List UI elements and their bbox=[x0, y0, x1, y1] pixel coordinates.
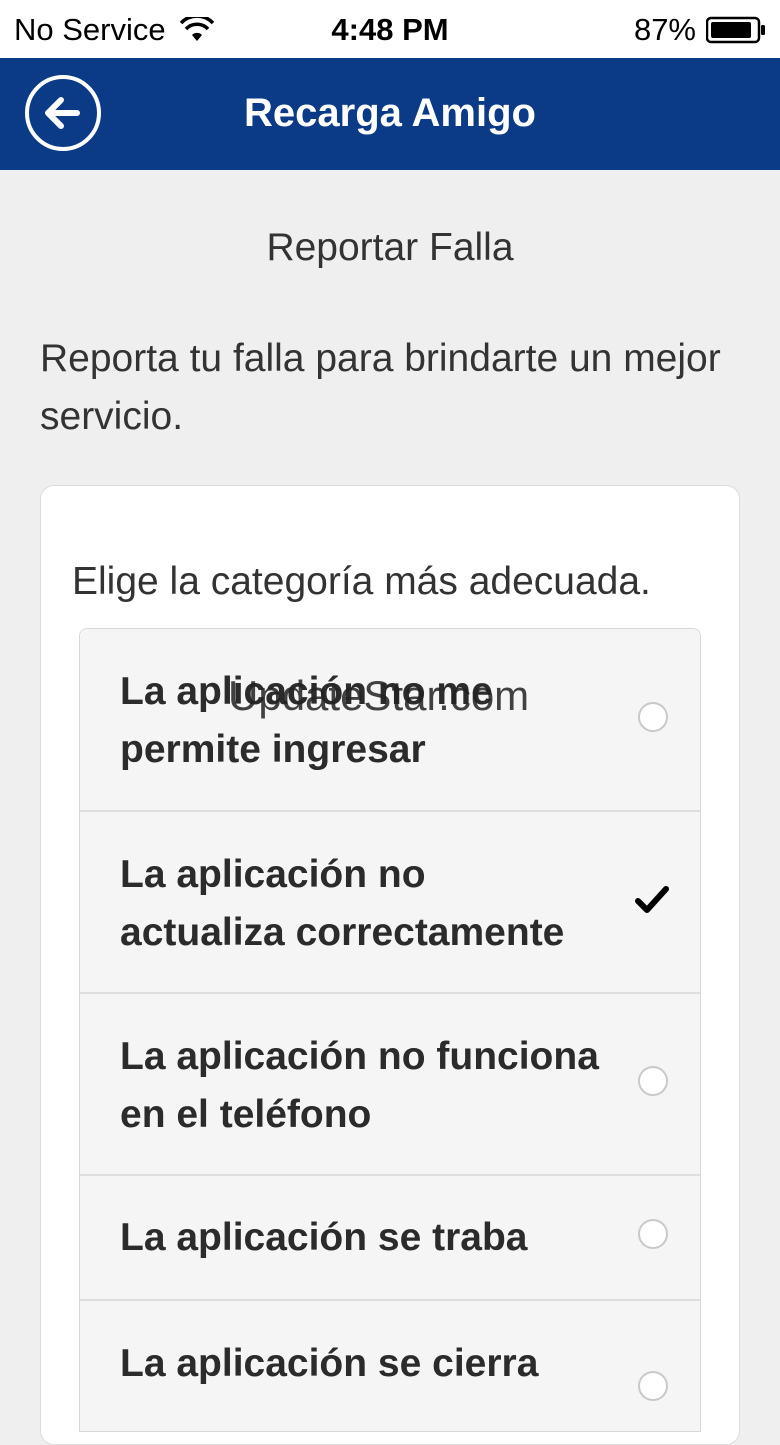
option-label: La aplicación se traba bbox=[120, 1216, 528, 1259]
option-freezes[interactable]: La aplicación se traba bbox=[80, 1176, 700, 1301]
category-options-list: La aplicación no me permite ingresar La … bbox=[79, 628, 701, 1432]
option-label: La aplicación no funciona en el teléfono bbox=[120, 1035, 599, 1136]
nav-title: Recarga Amigo bbox=[244, 91, 536, 135]
category-prompt: Elige la categoría más adecuada. bbox=[72, 560, 651, 603]
radio-unchecked-icon[interactable] bbox=[638, 1219, 668, 1249]
intro-text: Reporta tu falla para brindarte un mejor… bbox=[40, 337, 721, 438]
page-heading: Reportar Falla bbox=[266, 226, 514, 269]
battery-icon bbox=[706, 16, 765, 44]
battery-percent: 87% bbox=[633, 12, 696, 47]
option-label: La aplicación se cierra bbox=[120, 1342, 539, 1385]
nav-bar: Recarga Amigo bbox=[0, 58, 780, 170]
checkmark-icon[interactable] bbox=[632, 880, 672, 920]
option-label: La aplicación no actualiza correctamente bbox=[120, 853, 565, 954]
status-bar: No Service 4:48 PM 87% bbox=[0, 0, 780, 58]
option-closes[interactable]: La aplicación se cierra bbox=[80, 1301, 700, 1431]
radio-unchecked-icon[interactable] bbox=[638, 1371, 668, 1401]
option-not-updating[interactable]: La aplicación no actualiza correctamente bbox=[80, 812, 700, 994]
option-label: La aplicación no me permite ingresar bbox=[120, 670, 493, 771]
option-cannot-login[interactable]: La aplicación no me permite ingresar bbox=[80, 629, 700, 812]
status-right: 87% bbox=[634, 12, 766, 48]
option-not-working-phone[interactable]: La aplicación no funciona en el teléfono bbox=[80, 994, 700, 1176]
radio-unchecked-icon[interactable] bbox=[638, 1066, 668, 1096]
radio-unchecked-icon[interactable] bbox=[638, 702, 668, 732]
